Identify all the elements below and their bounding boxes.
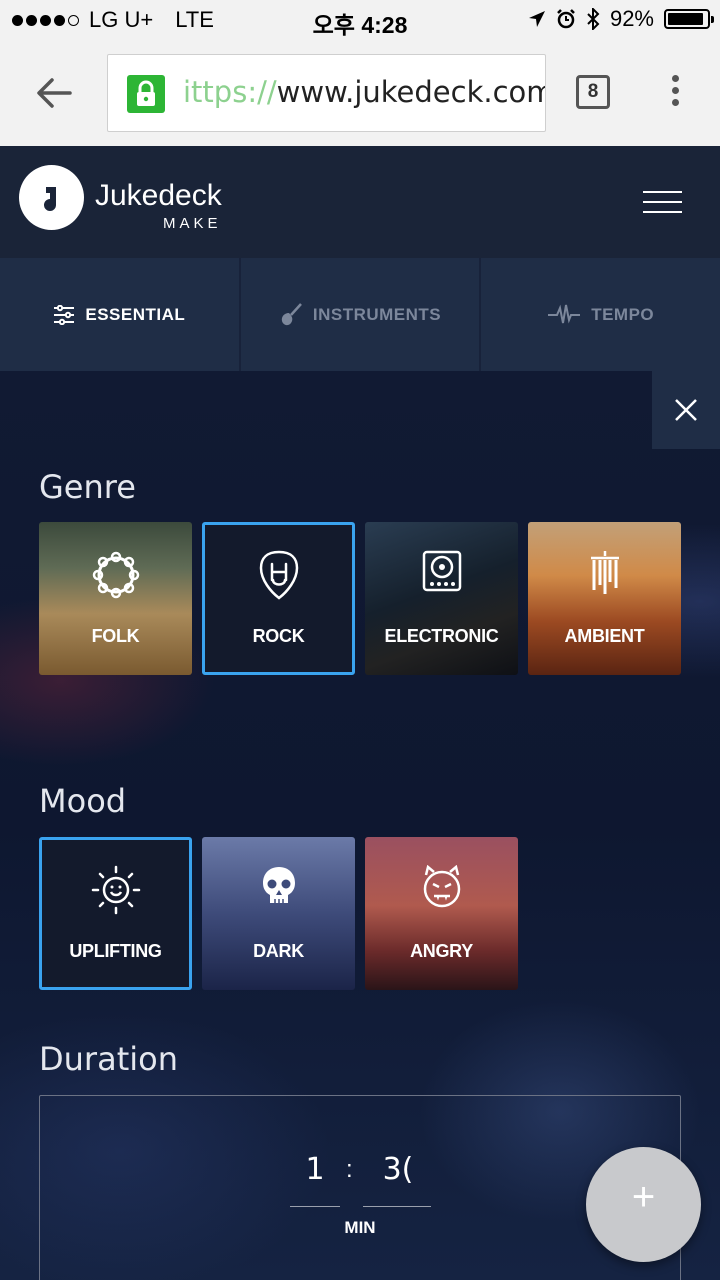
minutes-underline: [290, 1206, 340, 1207]
duration-picker: 1 : 3( MIN: [39, 1095, 681, 1280]
add-button[interactable]: +: [586, 1147, 701, 1262]
genre-tile-folk[interactable]: FOLK: [39, 522, 192, 675]
battery-percent: 92%: [609, 6, 654, 31]
tab-label: ESSENTIAL: [85, 304, 186, 324]
duration-seconds-field[interactable]: 3(: [363, 1152, 433, 1187]
genre-tiles: FOLK ROCK ELECTRONIC AMBIENT: [39, 522, 681, 675]
duration-unit-label: MIN: [344, 1218, 376, 1237]
skull-icon: [262, 867, 295, 903]
main-panel: Genre FOLK ROCK ELECTRONIC AMBIENT Mood …: [0, 371, 720, 1280]
tile-label: UPLIFTING: [69, 941, 162, 961]
turntable-icon: [422, 550, 461, 592]
duration-minutes-field[interactable]: 1: [290, 1152, 340, 1187]
mood-tile-dark[interactable]: DARK: [202, 837, 355, 990]
mood-tile-angry[interactable]: ANGRY: [365, 837, 518, 990]
tab-instruments[interactable]: INSTRUMENTS: [241, 258, 482, 371]
brand-subtitle: MAKE: [163, 215, 222, 232]
tile-label: AMBIENT: [564, 626, 645, 646]
alarm-clock-icon: [557, 9, 575, 29]
mood-title: Mood: [39, 782, 127, 820]
duration-title: Duration: [39, 1040, 178, 1078]
tab-essential[interactable]: ESSENTIAL: [0, 258, 241, 371]
tile-label: DARK: [253, 941, 304, 961]
tile-label: ANGRY: [410, 941, 473, 961]
genre-title: Genre: [39, 468, 136, 506]
devil-icon: [423, 865, 460, 908]
duration-separator: :: [346, 1156, 353, 1183]
url-scheme: ittps://: [183, 75, 277, 109]
address-bar[interactable]: ittps://www.jukedeck.com: [107, 54, 546, 132]
app-header: Jukedeck MAKE: [0, 146, 720, 258]
browser-menu-icon[interactable]: [668, 75, 682, 111]
sliders-icon: [54, 304, 75, 325]
close-icon: [675, 399, 697, 421]
tab-label: INSTRUMENTS: [312, 304, 442, 324]
plus-icon: +: [631, 1175, 656, 1219]
wind-chimes-icon: [590, 551, 619, 594]
mood-tile-uplifting[interactable]: UPLIFTING: [39, 837, 192, 990]
genre-tile-electronic[interactable]: ELECTRONIC: [365, 522, 518, 675]
genre-tile-ambient[interactable]: AMBIENT: [528, 522, 681, 675]
bluetooth-icon: [587, 8, 600, 30]
hamburger-menu-icon[interactable]: [643, 191, 682, 213]
tile-label: FOLK: [91, 626, 140, 646]
mood-tiles: UPLIFTING DARK ANGRY: [39, 837, 518, 990]
tab-tempo[interactable]: TEMPO: [481, 258, 720, 371]
pulse-icon: [548, 304, 581, 323]
tile-label: ROCK: [252, 626, 305, 646]
close-button[interactable]: [652, 371, 720, 449]
tab-label: TEMPO: [591, 304, 655, 324]
back-arrow-icon[interactable]: [34, 73, 74, 113]
rock-hand-icon: [259, 550, 298, 600]
brand-name: Jukedeck: [95, 179, 222, 212]
status-bar: LG U+ LTE 오후 4:28 92%: [0, 0, 720, 40]
url-text: ittps://www.jukedeck.com: [183, 75, 546, 109]
status-right: 92%: [528, 6, 714, 32]
tab-bar: ESSENTIAL INSTRUMENTS TEMPO: [0, 258, 720, 371]
battery-icon: [664, 9, 714, 29]
browser-toolbar: ittps://www.jukedeck.com 8: [0, 40, 720, 146]
seconds-underline: [363, 1206, 431, 1207]
guitar-icon: [281, 302, 302, 325]
genre-tile-rock[interactable]: ROCK: [202, 522, 355, 675]
lock-icon: [127, 75, 165, 113]
tile-label: ELECTRONIC: [384, 626, 499, 646]
sun-icon: [91, 865, 140, 915]
url-host: www.jukedeck.com: [276, 75, 546, 109]
tab-switcher-button[interactable]: 8: [576, 75, 610, 109]
tambourine-icon: [92, 551, 139, 599]
location-arrow-icon: [528, 11, 545, 27]
jukedeck-logo-icon[interactable]: [19, 165, 84, 230]
